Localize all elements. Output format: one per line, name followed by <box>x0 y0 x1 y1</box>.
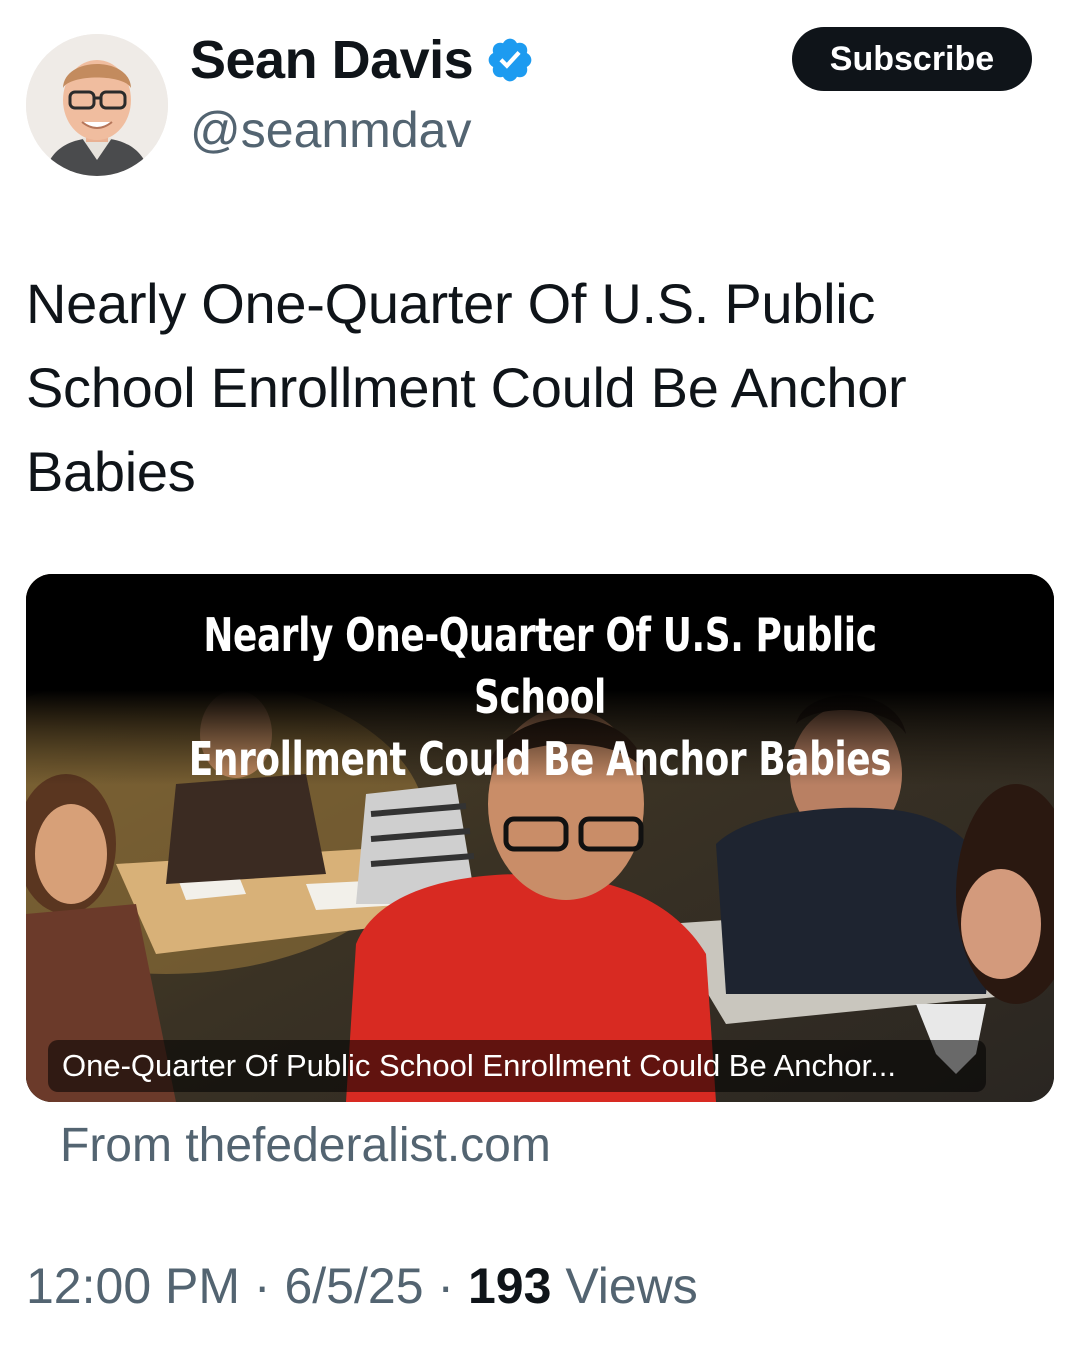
author-display-name[interactable]: Sean Davis <box>190 30 474 90</box>
profile-photo <box>26 34 168 176</box>
tweet-meta: 12:00 PM · 6/5/25 · 193 Views <box>26 1256 698 1316</box>
author-avatar[interactable] <box>26 34 168 176</box>
views-label: Views <box>565 1258 698 1314</box>
card-caption: One-Quarter Of Public School Enrollment … <box>62 1048 896 1083</box>
card-headline-line-1: Nearly One-Quarter Of U.S. Public School <box>203 608 877 724</box>
tweet-date[interactable]: 6/5/25 <box>284 1258 423 1314</box>
card-source-link[interactable]: From thefederalist.com <box>60 1116 551 1176</box>
tweet-time[interactable]: 12:00 PM <box>26 1258 240 1314</box>
meta-separator: · <box>253 1258 271 1314</box>
card-headline: Nearly One-Quarter Of U.S. Public School… <box>139 604 941 790</box>
author-name-row[interactable]: Sean Davis <box>190 30 535 90</box>
tweet-text: Nearly One-Quarter Of U.S. Public School… <box>26 272 907 503</box>
meta-separator: · <box>437 1258 455 1314</box>
link-card[interactable]: Nearly One-Quarter Of U.S. Public School… <box>26 574 1054 1102</box>
author-handle[interactable]: @seanmdav <box>190 100 471 160</box>
card-headline-line-2: Enrollment Could Be Anchor Babies <box>188 732 892 786</box>
subscribe-button[interactable]: Subscribe <box>792 27 1032 91</box>
verified-badge-icon <box>488 38 532 82</box>
views-count: 193 <box>467 1258 552 1314</box>
